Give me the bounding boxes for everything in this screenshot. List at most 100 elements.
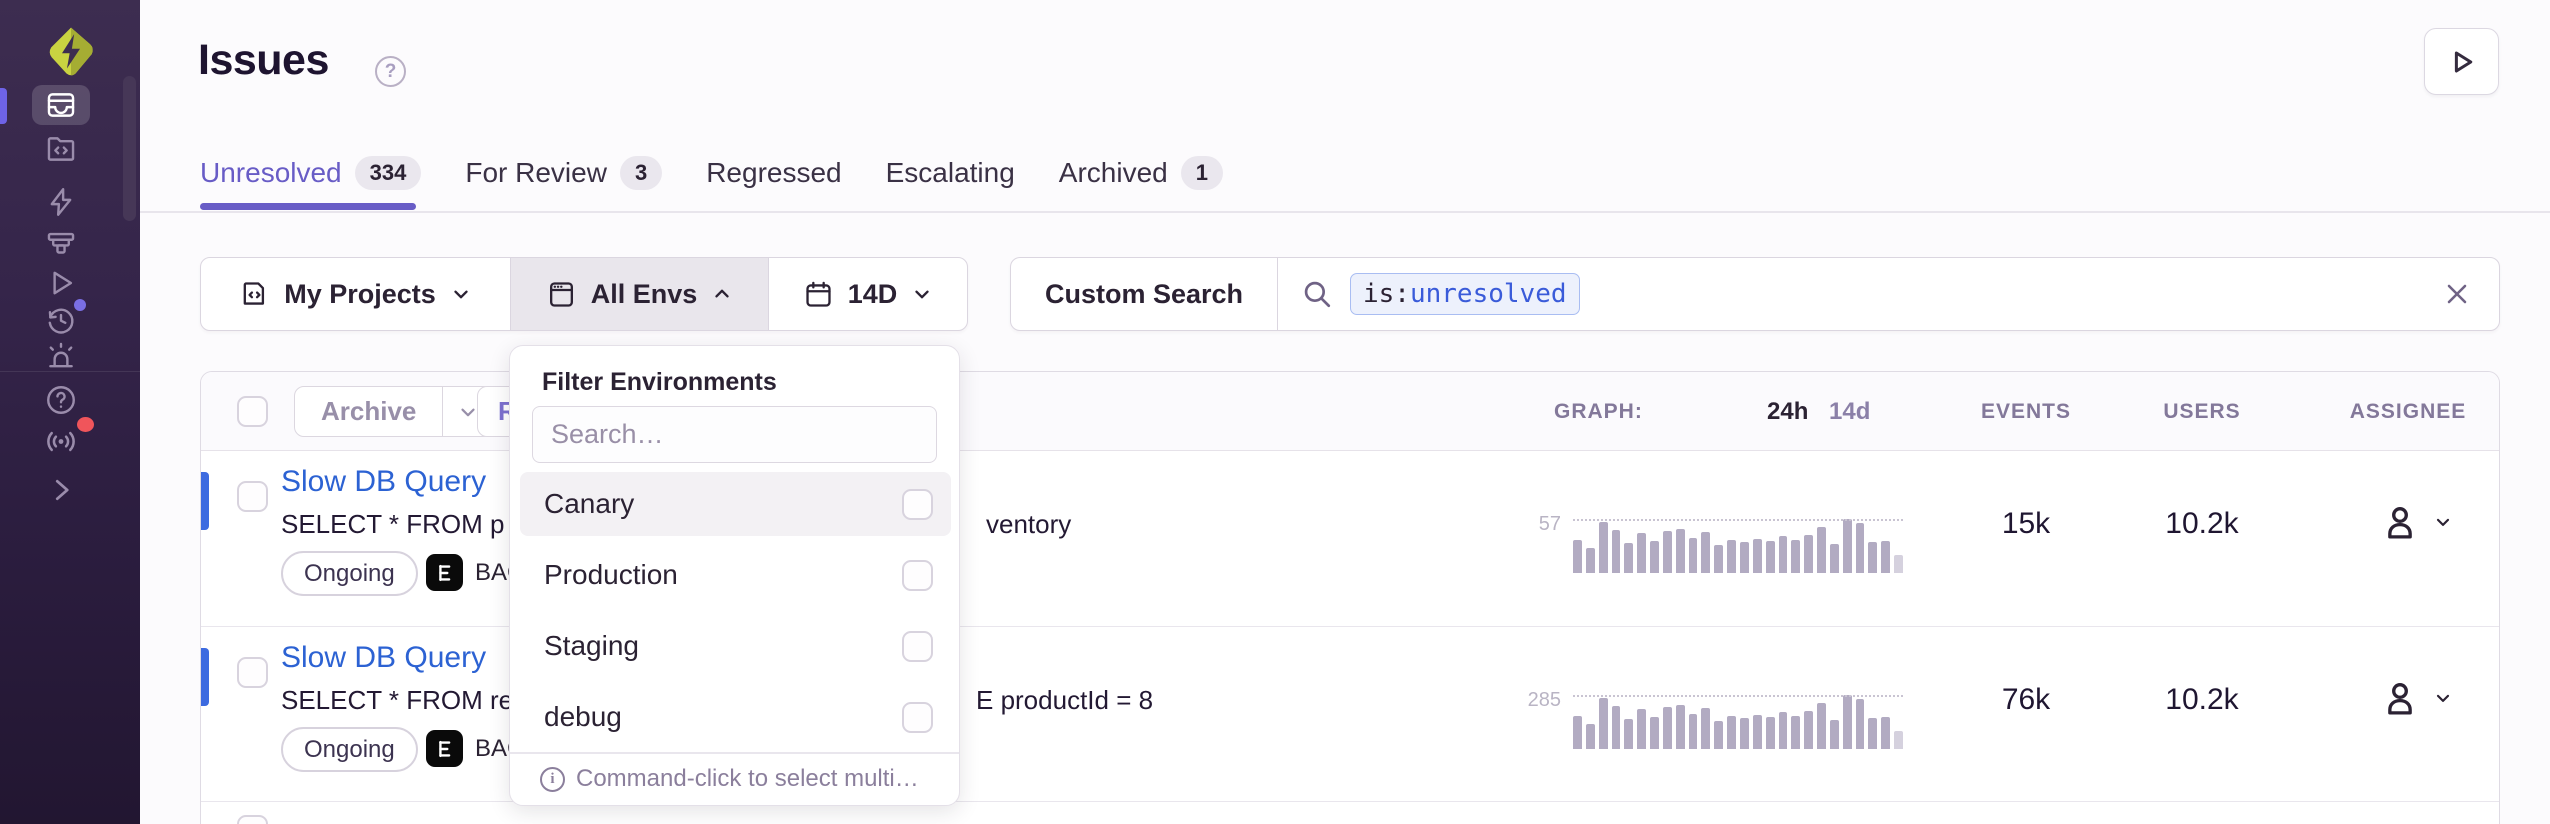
app-logo[interactable] [44, 24, 98, 78]
status-badge: Ongoing [281, 551, 418, 596]
env-option-label: debug [544, 701, 622, 733]
projects-filter-label: My Projects [284, 279, 436, 310]
unread-indicator [201, 472, 209, 530]
active-tab-underline [200, 203, 416, 210]
history-notification-dot [74, 299, 86, 311]
clear-search-icon[interactable] [2441, 278, 2473, 310]
env-option-checkbox[interactable] [902, 631, 933, 662]
env-option-production[interactable]: Production [520, 543, 951, 607]
sidebar-item-history[interactable] [32, 300, 90, 340]
play-icon [44, 266, 78, 300]
env-option-canary[interactable]: Canary [520, 472, 951, 536]
clock-rewind-icon [44, 303, 78, 337]
select-all-checkbox[interactable] [237, 396, 268, 427]
replay-tour-button[interactable] [2424, 28, 2499, 95]
sidebar-item-performance[interactable] [32, 182, 90, 222]
tab-label: Unresolved [200, 157, 342, 189]
env-option-checkbox[interactable] [902, 702, 933, 733]
issue-title-link[interactable]: Slow DB Query [281, 465, 486, 499]
page-filter-group: My Projects All Envs 14D [200, 257, 968, 331]
archive-button[interactable]: Archive [295, 387, 442, 436]
siren-icon [44, 340, 78, 374]
assignee-person-icon [2379, 677, 2421, 719]
status-badge: Ongoing [281, 727, 418, 772]
tab-for-review[interactable]: For Review 3 [465, 156, 662, 190]
info-icon: i [540, 767, 565, 792]
graph-range-24h[interactable]: 24h [1767, 398, 1808, 426]
tab-escalating[interactable]: Escalating [886, 157, 1015, 189]
chevron-up-icon [711, 283, 733, 305]
environment-search-input[interactable] [532, 406, 937, 463]
sidebar-item-whats-new[interactable] [32, 420, 90, 460]
environments-filter-button[interactable]: All Envs [510, 258, 769, 330]
chevron-right-icon [46, 475, 76, 505]
tab-regressed[interactable]: Regressed [706, 157, 841, 189]
assignee-person-icon [2379, 501, 2421, 543]
sidebar-item-explore[interactable] [32, 129, 90, 169]
env-option-staging[interactable]: Staging [520, 614, 951, 678]
assignee-selector[interactable] [2379, 677, 2453, 719]
env-option-checkbox[interactable] [902, 489, 933, 520]
broadcast-icon [43, 422, 79, 458]
users-count: 10.2k [2102, 683, 2302, 717]
env-option-debug[interactable]: debug [520, 685, 951, 749]
events-count: 15k [1926, 507, 2126, 541]
tab-archived[interactable]: Archived 1 [1059, 156, 1223, 190]
project-platform-icon [426, 730, 463, 767]
issue-state-tabs: Unresolved 334 For Review 3 Regressed Es… [200, 150, 1223, 196]
sidebar-scrollbar[interactable] [123, 76, 136, 221]
question-icon [44, 383, 78, 417]
token-key: is: [1363, 279, 1410, 309]
issues-page: Issues ? Unresolved 334 For Review 3 Reg… [0, 0, 2550, 824]
env-option-checkbox[interactable] [902, 560, 933, 591]
graph-peak-label: 57 [1473, 513, 1561, 536]
search-icon [1300, 277, 1334, 311]
tab-count-badge: 3 [620, 156, 662, 190]
unread-indicator [201, 648, 209, 706]
sidebar-active-indicator [0, 88, 7, 124]
sidebar-item-help[interactable] [32, 380, 90, 420]
issue-message: SELECT * FROM re [281, 685, 513, 716]
tabs-divider [140, 211, 2550, 213]
sidebar-item-replays[interactable] [32, 263, 90, 303]
tab-label: For Review [465, 157, 607, 189]
events-count: 76k [1926, 683, 2126, 717]
chevron-down-icon [457, 401, 479, 423]
chevron-down-icon [2433, 512, 2453, 532]
chevron-down-icon [450, 283, 472, 305]
dropdown-footer-hint: i Command-click to select multi… [540, 765, 919, 793]
assignee-selector[interactable] [2379, 501, 2453, 543]
tab-count-badge: 334 [355, 156, 422, 190]
column-header-graph: GRAPH: [1554, 400, 1643, 424]
environments-filter-label: All Envs [591, 279, 698, 310]
custom-search-button[interactable]: Custom Search [1011, 258, 1278, 330]
events-sparkline [1573, 519, 1903, 573]
sidebar-item-issues[interactable] [32, 85, 90, 125]
tab-label: Regressed [706, 157, 841, 189]
tab-unresolved[interactable]: Unresolved 334 [200, 156, 421, 190]
issue-message-continued: ventory [986, 509, 1071, 540]
row-checkbox[interactable] [237, 815, 268, 824]
row-checkbox[interactable] [237, 481, 268, 512]
date-range-filter-button[interactable]: 14D [769, 258, 967, 330]
users-count: 10.2k [2102, 507, 2302, 541]
help-icon[interactable]: ? [375, 56, 406, 87]
chevron-down-icon [911, 283, 933, 305]
sidebar-divider [0, 371, 140, 372]
events-sparkline [1573, 695, 1903, 749]
date-range-label: 14D [848, 279, 898, 310]
sidebar-item-insights[interactable] [32, 224, 90, 264]
search-token-is-unresolved[interactable]: is:unresolved [1350, 273, 1580, 315]
tab-label: Escalating [886, 157, 1015, 189]
issue-title-link[interactable]: Slow DB Query [281, 641, 486, 675]
graph-range-14d[interactable]: 14d [1829, 398, 1870, 426]
env-option-label: Production [544, 559, 678, 591]
calendar-icon [803, 279, 834, 310]
issue-message-continued: E productId = 8 [976, 685, 1153, 716]
play-icon [2447, 47, 2477, 77]
column-header-events: EVENTS [1926, 400, 2126, 424]
row-checkbox[interactable] [237, 657, 268, 688]
projects-filter-button[interactable]: My Projects [201, 258, 510, 330]
sidebar-collapse-toggle[interactable] [32, 470, 90, 510]
column-header-users: USERS [2102, 400, 2302, 424]
